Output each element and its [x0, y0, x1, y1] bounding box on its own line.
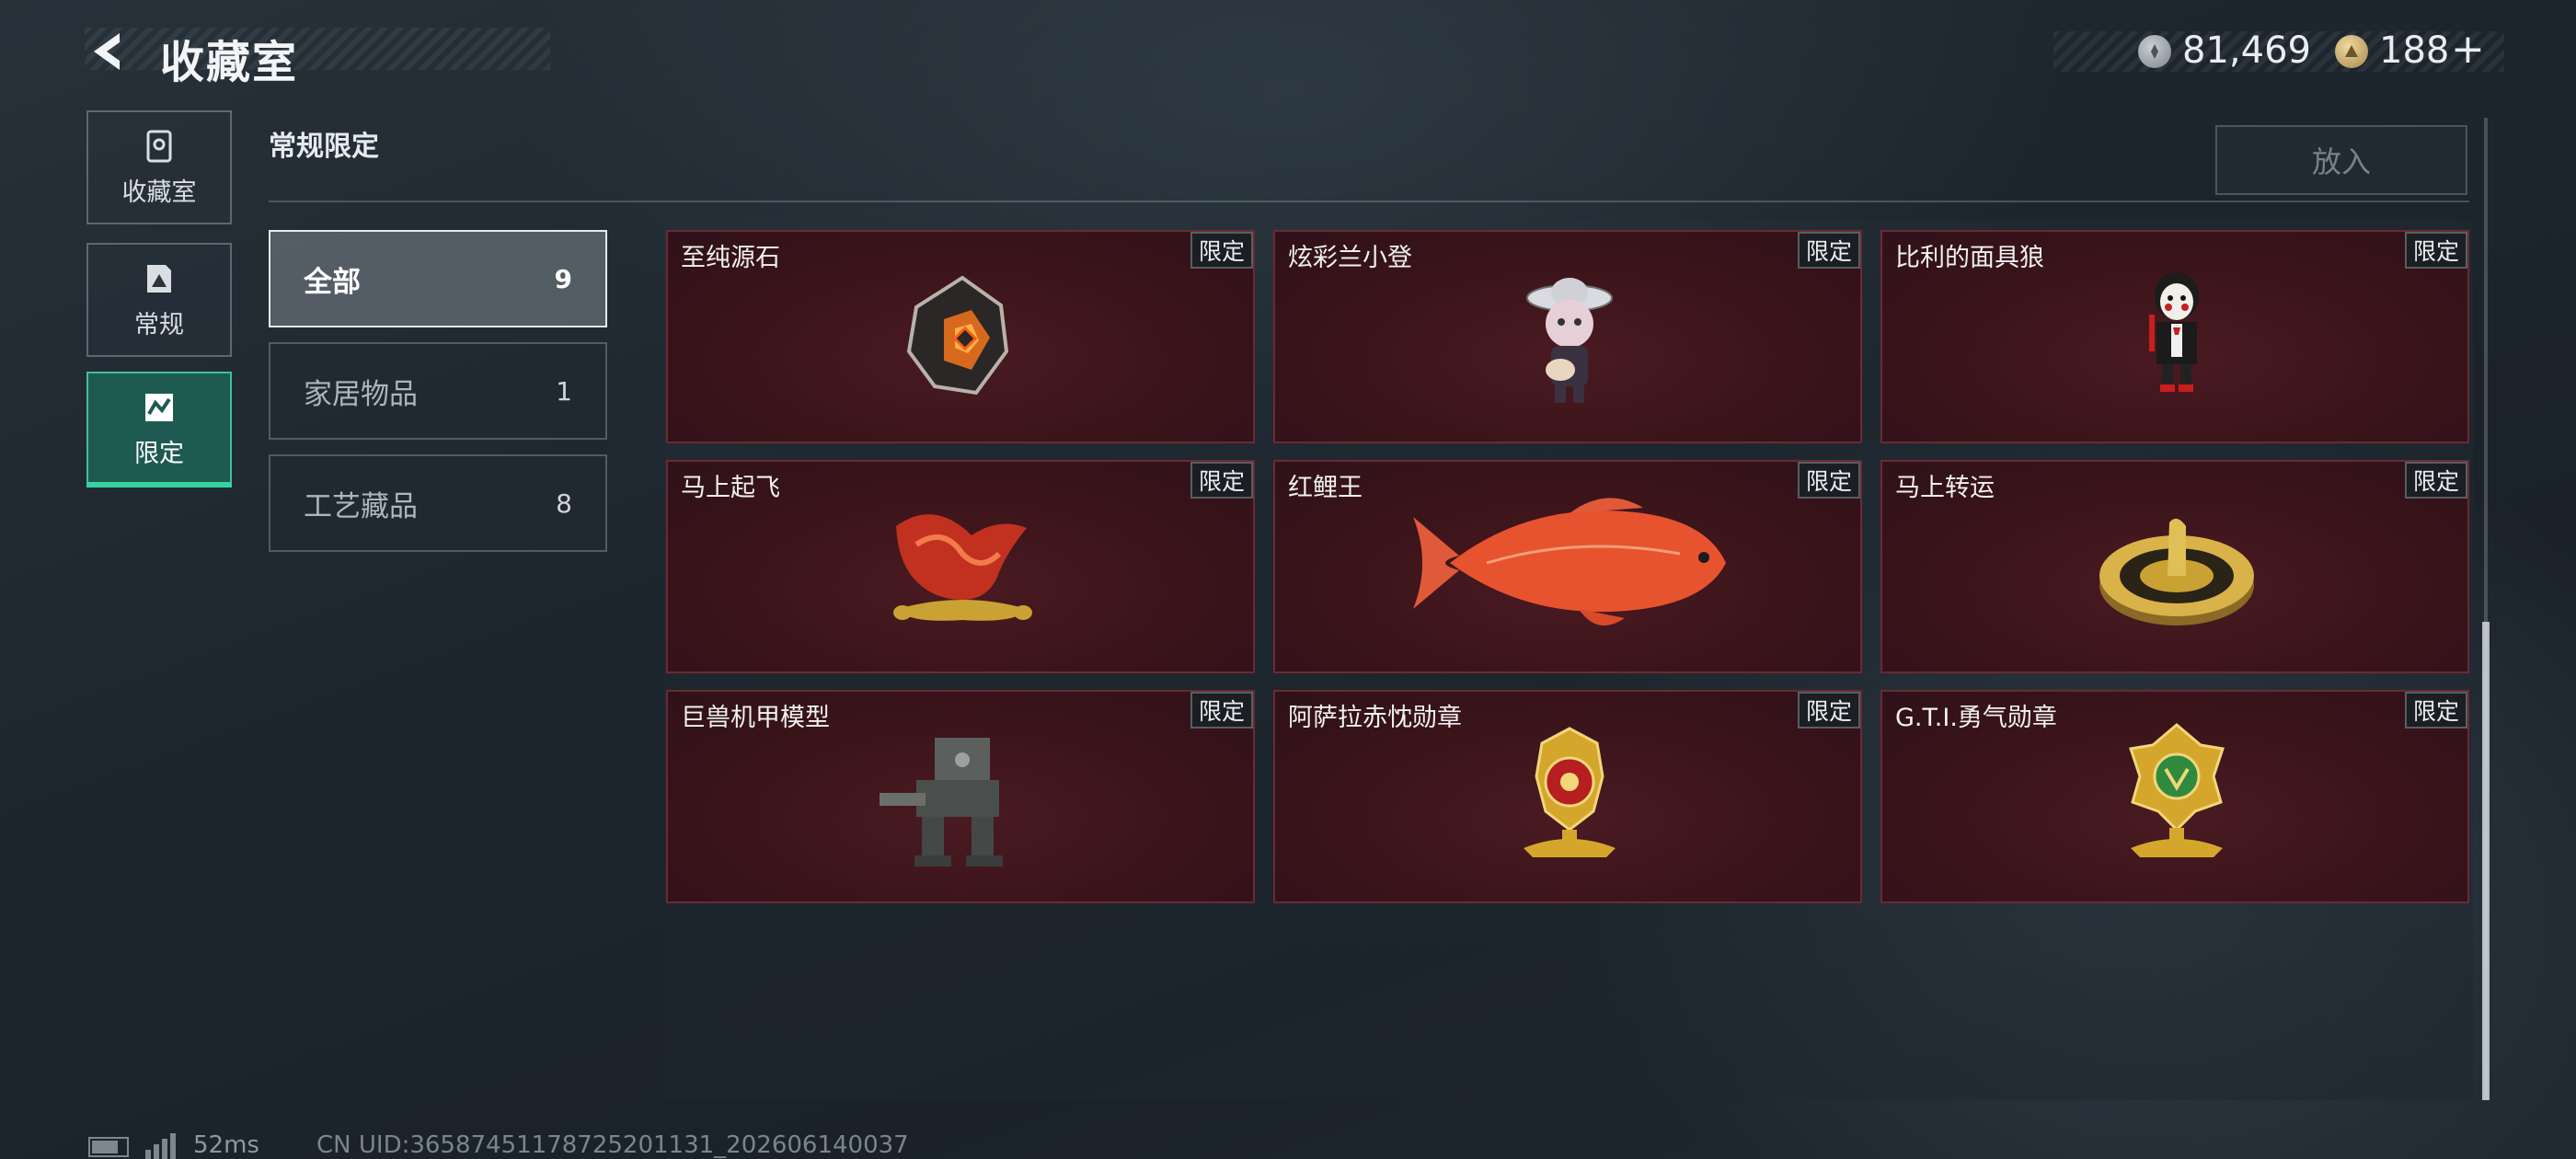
limited-badge: 限定: [1798, 692, 1860, 729]
nav-item-collection[interactable]: 收藏室: [86, 110, 232, 224]
item-card[interactable]: 红鲤王 限定: [1273, 460, 1862, 673]
category-home-items[interactable]: 家居物品 1: [269, 342, 607, 440]
section-divider: [269, 201, 2469, 202]
gold-currency-value: 188: [2379, 29, 2450, 72]
item-name: 至纯源石: [681, 244, 780, 272]
put-in-button[interactable]: 放入: [2215, 125, 2467, 195]
item-name: 炫彩兰小登: [1288, 244, 1412, 272]
back-arrow-icon: [94, 33, 120, 70]
silver-coin-icon: [2138, 35, 2171, 68]
back-button[interactable]: [85, 28, 132, 75]
title-bar-background: [85, 28, 550, 70]
nav-label: 常规: [134, 310, 184, 339]
nav-item-limited[interactable]: 限定: [86, 372, 232, 486]
category-count: 8: [556, 488, 572, 519]
item-name: 马上转运: [1895, 474, 1995, 502]
category-craft-items[interactable]: 工艺藏品 8: [269, 454, 607, 552]
red-carp-icon: [1413, 498, 1726, 625]
item-name: 马上起飞: [681, 474, 780, 502]
regular-icon: [141, 260, 178, 297]
item-grid: 至纯源石 限定 炫彩兰小登 限定 比利的面具狼 限定 马上起飞 限定 红鲤王 限…: [664, 221, 2473, 1100]
limited-badge: 限定: [2405, 692, 2467, 729]
add-currency-button[interactable]: +: [2451, 26, 2485, 73]
uid-label: CN UID:3658745117872520113​1_20260614003…: [316, 1131, 909, 1159]
item-card[interactable]: 马上起飞 限定: [666, 460, 1255, 673]
item-card[interactable]: 至纯源石 限定: [666, 230, 1255, 443]
item-card[interactable]: 比利的面具狼 限定: [1880, 230, 2469, 443]
page-title: 收藏室: [160, 37, 299, 88]
item-name: 巨兽机甲模型: [681, 704, 830, 732]
limited-badge: 限定: [2405, 462, 2467, 499]
limited-badge: 限定: [1190, 692, 1253, 729]
item-card[interactable]: G.T.I.勇气勋章 限定: [1880, 690, 2469, 903]
battery-level: [92, 1141, 118, 1153]
silver-currency-value: 81,469: [2182, 29, 2311, 72]
gold-coin-icon: [2335, 35, 2368, 68]
category-label: 全部: [304, 265, 361, 299]
signal-icon: [145, 1133, 176, 1159]
nav-label: 收藏室: [121, 178, 197, 207]
limited-badge: 限定: [1190, 462, 1253, 499]
item-card[interactable]: 阿萨拉赤忱勋章 限定: [1273, 690, 1862, 903]
category-all[interactable]: 全部 9: [269, 230, 607, 327]
item-card[interactable]: 马上转运 限定: [1880, 460, 2469, 673]
limited-badge: 限定: [1798, 232, 1860, 269]
item-name: 阿萨拉赤忱勋章: [1288, 704, 1462, 732]
nav-item-regular[interactable]: 常规: [86, 243, 232, 357]
item-card[interactable]: 炫彩兰小登 限定: [1273, 230, 1862, 443]
limited-badge: 限定: [2405, 232, 2467, 269]
scrollbar-thumb[interactable]: [2482, 622, 2490, 1100]
item-name: 红鲤王: [1288, 474, 1363, 502]
item-card[interactable]: 巨兽机甲模型 限定: [666, 690, 1255, 903]
limited-badge: 限定: [1798, 462, 1860, 499]
ping-label: 52ms: [193, 1131, 259, 1159]
limited-icon: [141, 389, 178, 426]
active-nav-indicator: [86, 482, 232, 488]
item-name: 比利的面具狼: [1895, 244, 2044, 272]
nav-label: 限定: [134, 439, 184, 468]
limited-badge: 限定: [1190, 232, 1253, 269]
item-name: G.T.I.勇气勋章: [1895, 704, 2057, 732]
category-label: 家居物品: [304, 377, 418, 411]
category-count: 1: [556, 375, 572, 407]
category-label: 工艺藏品: [304, 489, 418, 523]
collection-icon: [141, 128, 178, 165]
category-count: 9: [554, 263, 572, 294]
section-title: 常规限定: [269, 131, 379, 163]
